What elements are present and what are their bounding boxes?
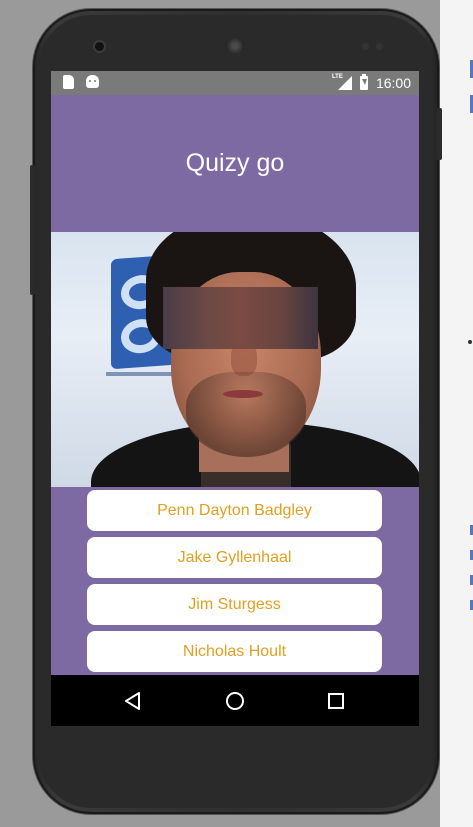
proximity-sensor <box>362 43 369 50</box>
status-bar: LTE 16:00 <box>51 71 419 95</box>
sd-card-icon <box>63 75 74 89</box>
desktop-background-strip <box>440 0 473 827</box>
navigation-bar <box>51 675 419 726</box>
answer-button-3[interactable]: Jim Sturgess <box>87 584 382 625</box>
status-clock: 16:00 <box>375 75 411 91</box>
app-title: Quizy go <box>185 149 285 177</box>
android-debug-icon <box>86 75 99 88</box>
light-sensor <box>376 43 383 50</box>
lte-signal-icon: LTE <box>331 74 352 91</box>
app-header: Quizy go <box>51 95 419 232</box>
answer-button-2[interactable]: Jake Gyllenhaal <box>87 537 382 578</box>
eyes-blur-bar <box>163 287 318 349</box>
recents-icon <box>328 692 344 709</box>
desktop-bullet <box>468 340 472 344</box>
device-screen: LTE 16:00 Quizy go Penn Dayton Badgley J… <box>51 71 419 726</box>
home-icon <box>226 691 244 710</box>
quiz-photo <box>51 232 419 487</box>
photo-beard <box>186 372 306 457</box>
earpiece-speaker <box>225 38 245 54</box>
power-button <box>30 165 35 295</box>
back-icon <box>125 691 140 710</box>
volume-button <box>437 108 442 160</box>
front-camera <box>95 42 104 51</box>
network-type-label: LTE <box>331 74 343 80</box>
back-button[interactable] <box>103 675 163 726</box>
recents-button[interactable] <box>306 675 366 726</box>
answer-list: Penn Dayton Badgley Jake Gyllenhaal Jim … <box>87 490 382 678</box>
answer-button-4[interactable]: Nicholas Hoult <box>87 631 382 672</box>
answer-button-1[interactable]: Penn Dayton Badgley <box>87 490 382 531</box>
photo-mouth <box>223 390 263 398</box>
battery-charging-icon <box>359 74 368 90</box>
home-button[interactable] <box>205 675 265 726</box>
